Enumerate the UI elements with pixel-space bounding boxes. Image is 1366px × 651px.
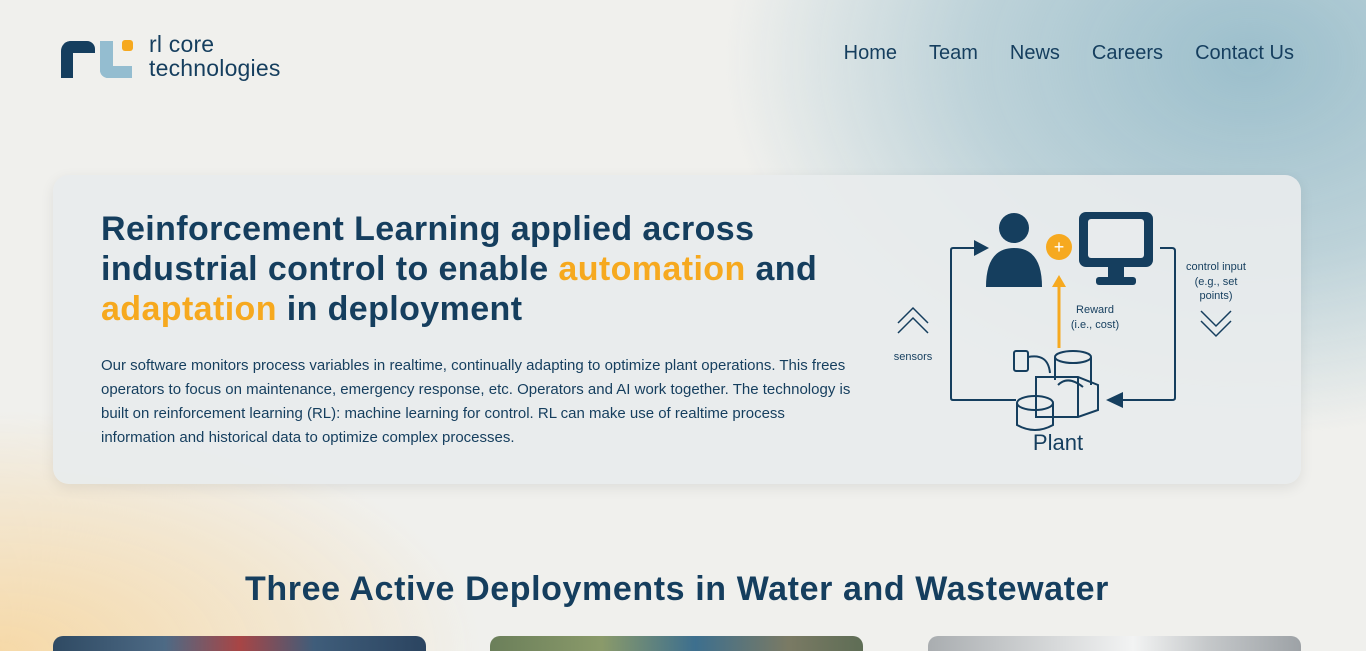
hero-title-accent-automation: automation [558, 250, 746, 288]
deployment-image-3[interactable] [928, 636, 1301, 651]
reward-arrow-head-icon [1052, 275, 1066, 287]
plus-symbol: + [1054, 237, 1065, 257]
control-input-down-chevrons-icon [1200, 310, 1232, 338]
hero-card: Reinforcement Learning applied across in… [53, 175, 1301, 484]
logo[interactable]: rl core technologies [61, 30, 311, 82]
hero-title-part-2: and [745, 250, 818, 288]
arrow-to-operator-icon [974, 240, 989, 256]
nav-contact-us[interactable]: Contact Us [1195, 42, 1294, 65]
logo-line-1: rl core [149, 31, 215, 57]
logo-line-2: technologies [149, 55, 281, 81]
computer-monitor-icon [1079, 212, 1153, 285]
hero-description: Our software monitors process variables … [101, 357, 851, 446]
hero-title: Reinforcement Learning applied across in… [101, 209, 871, 329]
arrow-to-plant-icon [1106, 392, 1123, 408]
control-input-label-line-2: (e.g., set [1195, 276, 1238, 288]
deployment-image-2[interactable] [490, 636, 863, 651]
reward-label-line-2: (i.e., cost) [1071, 319, 1119, 331]
nav-careers[interactable]: Careers [1092, 42, 1163, 65]
main-nav: Home Team News Careers Contact Us [844, 42, 1294, 65]
deployment-image-1[interactable] [53, 636, 426, 651]
sensors-up-chevrons-icon [897, 306, 929, 334]
hero-title-part-3: in deployment [276, 290, 523, 328]
hero-title-accent-adaptation: adaptation [101, 290, 277, 328]
control-input-label-line-3: points) [1199, 290, 1232, 302]
logo-mark-icon [61, 34, 135, 78]
nav-team[interactable]: Team [929, 42, 978, 65]
nav-home[interactable]: Home [844, 42, 897, 65]
rl-control-loop-diagram: + Reward (i.e., cost) sensors control in… [894, 212, 1246, 455]
deployments-section-title: Three Active Deployments in Water and Wa… [245, 570, 1109, 608]
plant-facility-icon [1013, 350, 1099, 431]
logo-text: rl core technologies [149, 32, 281, 80]
plant-label: Plant [1033, 430, 1083, 455]
nav-news[interactable]: News [1010, 42, 1060, 65]
sensors-label: sensors [894, 351, 933, 363]
operator-person-icon [986, 213, 1042, 287]
reward-label-line-1: Reward [1076, 304, 1114, 316]
control-input-label-line-1: control input [1186, 261, 1246, 273]
hero-title-bold: Reinforcement Learning [101, 210, 501, 248]
